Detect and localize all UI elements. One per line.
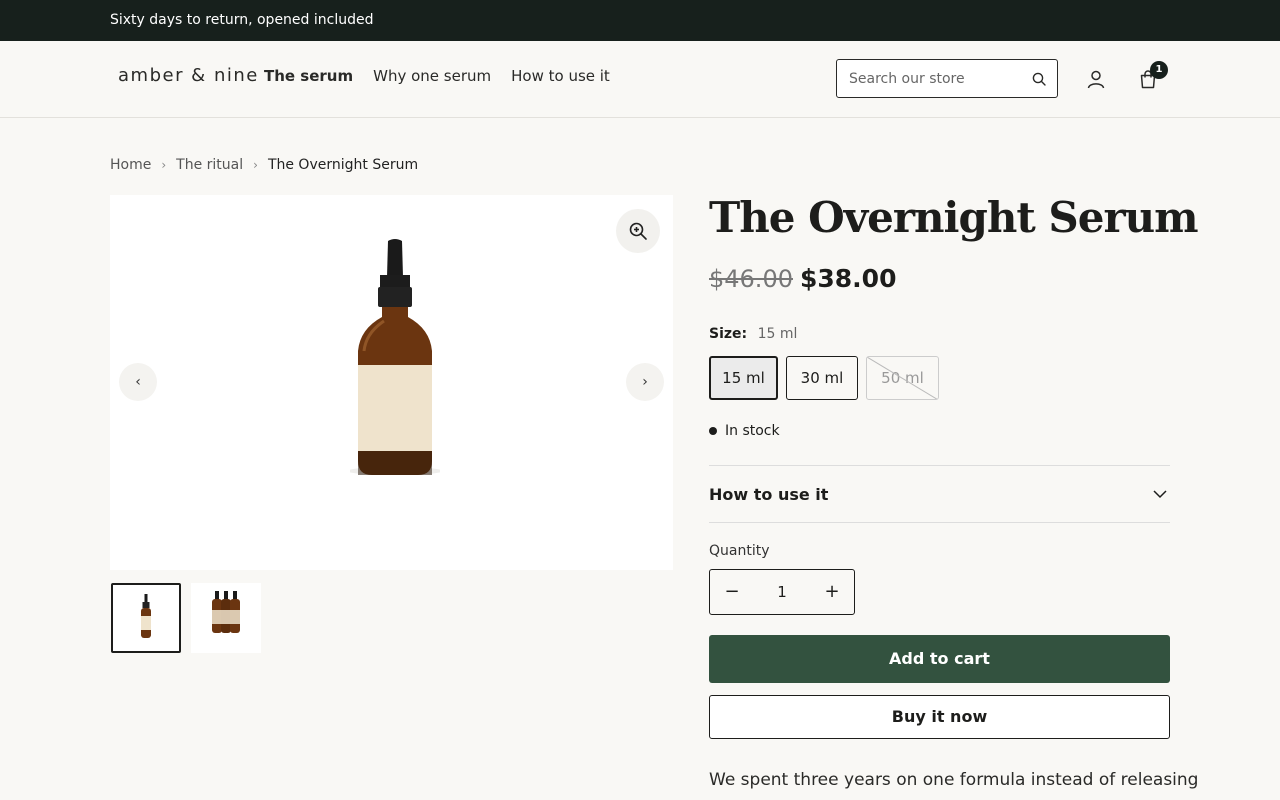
nav-link-why-one-serum[interactable]: Why one serum [373,67,491,85]
breadcrumb: Home › The ritual › The Overnight Serum [110,157,418,173]
compare-at-price: $46.00 [709,265,793,293]
breadcrumb-the-ritual[interactable]: The ritual [176,157,243,173]
thumbnail-single-bottle[interactable] [111,583,181,653]
add-to-cart-button[interactable]: Add to cart [709,635,1170,683]
gallery-next-button[interactable]: › [626,363,664,401]
search-icon[interactable] [1031,71,1047,87]
product-description: We spent three years on one formula inst… [709,770,1199,790]
product-gallery: ‹ › [110,195,673,570]
chevron-right-icon: › [253,158,258,172]
product-title: The Overnight Serum [709,193,1199,242]
selected-size-value: 15 ml [757,326,798,342]
quantity-increase-button[interactable]: + [810,570,854,614]
thumbnail-image [141,594,151,638]
thumbnail-three-bottles[interactable] [191,583,261,653]
quantity-label: Quantity [709,543,770,559]
search-box[interactable] [836,59,1058,98]
thumbnail-image [212,591,240,633]
chevron-right-icon: › [161,158,167,172]
buy-it-now-button[interactable]: Buy it now [709,695,1170,739]
quantity-decrease-button[interactable]: − [710,570,754,614]
quantity-input[interactable] [754,580,810,604]
chevron-down-icon [1153,490,1167,499]
main-nav: The serum Why one serum How to use it [264,67,610,85]
nav-link-how-to-use-it[interactable]: How to use it [511,67,610,85]
cart-count-badge[interactable]: 1 [1150,61,1168,79]
stock-status: In stock [709,423,780,439]
account-icon[interactable] [1086,69,1106,89]
unavailable-strike [867,357,938,399]
how-to-use-accordion[interactable]: How to use it [709,465,1170,523]
stock-text: In stock [725,423,780,439]
nav-link-the-serum[interactable]: The serum [264,67,353,85]
zoom-button[interactable] [616,209,660,253]
stock-dot-icon [709,427,717,435]
size-label-text: Size: [709,326,748,342]
breadcrumb-current: The Overnight Serum [267,157,419,173]
announcement-text: Sixty days to return, opened included [110,12,374,28]
product-image[interactable] [350,239,440,479]
store-logo[interactable]: amber & nine [118,65,259,86]
quantity-stepper: − + [709,569,855,615]
site-header: amber & nine The serum Why one serum How… [0,41,1280,118]
size-option-30ml[interactable]: 30 ml [786,356,858,400]
breadcrumb-home[interactable]: Home [110,157,151,173]
gallery-prev-button[interactable]: ‹ [119,363,157,401]
announcement-bar: Sixty days to return, opened included [0,0,1280,41]
size-option-50ml[interactable]: 50 ml [866,356,939,400]
size-selector-label: Size: 15 ml [709,326,797,342]
zoom-in-icon [629,222,647,240]
accordion-label: How to use it [709,485,829,504]
sale-price: $38.00 [800,264,897,293]
size-option-15ml[interactable]: 15 ml [709,356,778,400]
search-input[interactable] [849,69,1025,89]
